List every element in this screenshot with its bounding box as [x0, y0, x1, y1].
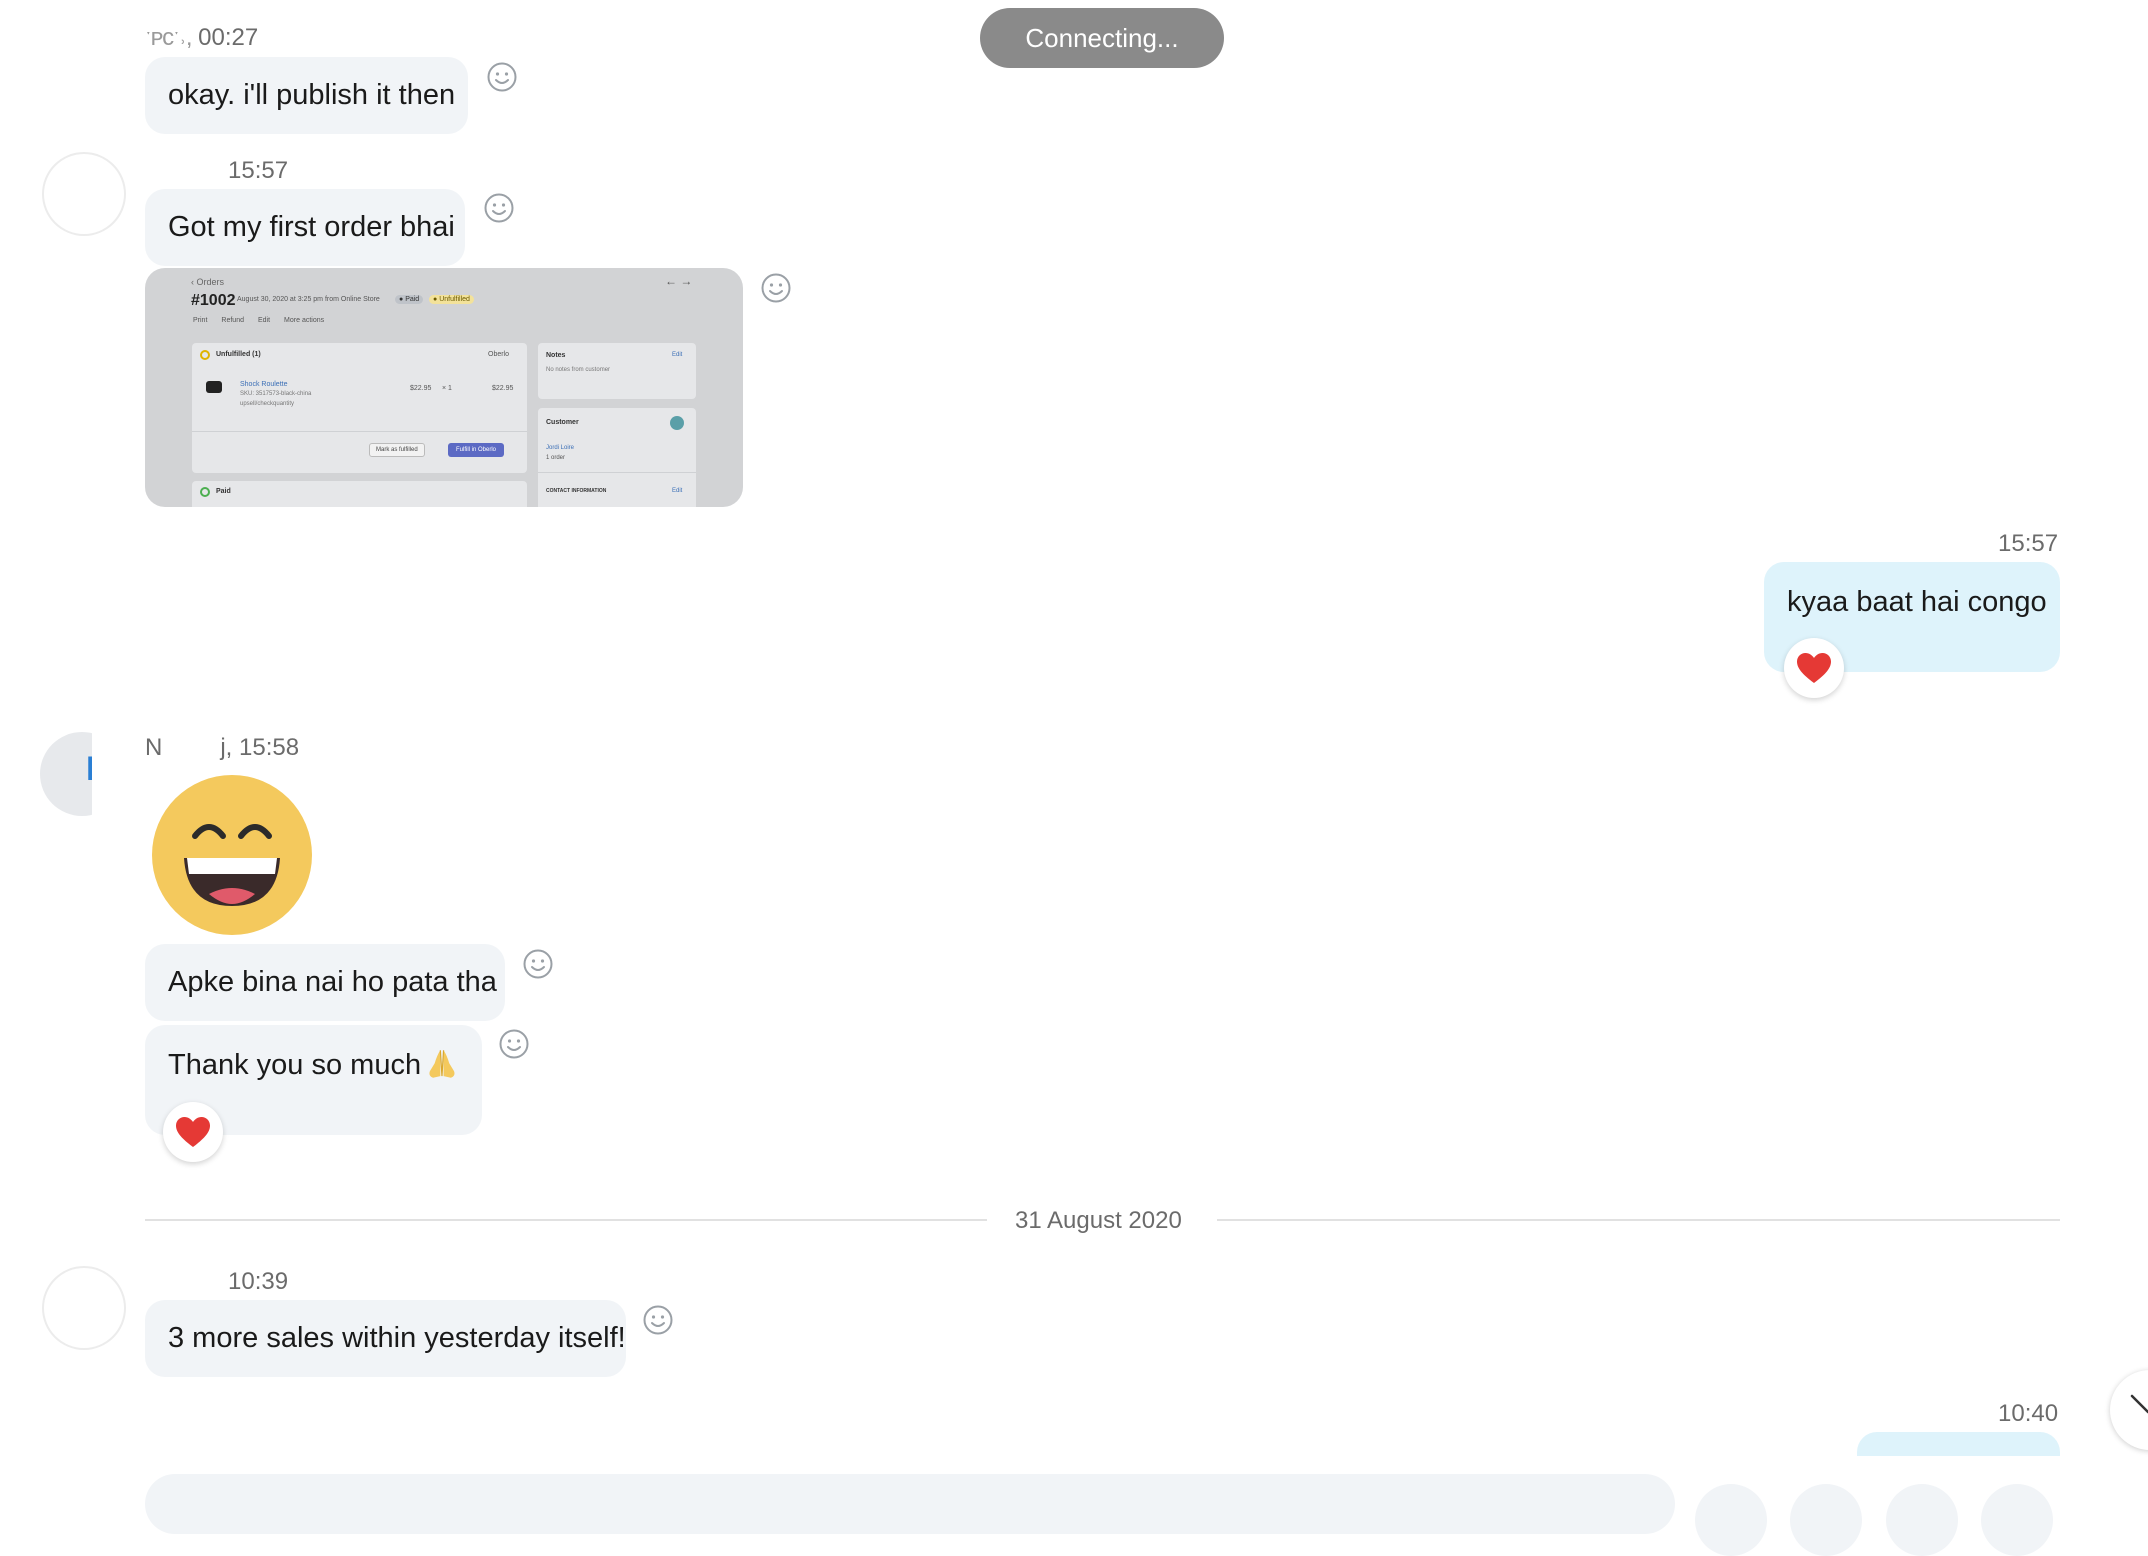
fulfillment-source: Oberlo	[488, 351, 510, 358]
add-reaction-icon[interactable]	[641, 1303, 675, 1337]
item-sku: SKU: 3517573-black-china	[240, 391, 312, 397]
heart-icon	[176, 1117, 210, 1147]
notes-title: Notes	[546, 352, 566, 359]
add-reaction-icon[interactable]	[521, 947, 555, 981]
item-note: upsell/checkquantity	[240, 401, 295, 407]
mark-fulfilled-button: Mark as fulfilled	[369, 443, 425, 457]
paid-icon	[200, 487, 210, 497]
edit-action: Edit	[257, 317, 271, 324]
back-link: ‹ Orders	[191, 277, 225, 287]
message-bubble[interactable]: Got my first order bhai	[145, 189, 465, 266]
badge-paid: ● Paid	[395, 295, 424, 304]
message-meta: ˑᴘᴄˑ˒, 00:27	[145, 24, 258, 52]
add-reaction-icon[interactable]	[485, 60, 519, 94]
contact-title: CONTACT INFORMATION	[546, 488, 607, 494]
add-reaction-icon[interactable]	[759, 271, 793, 305]
sender-initial: N	[145, 734, 163, 761]
folded-hands-emoji-icon	[429, 1050, 455, 1078]
composer-action-button[interactable]	[1886, 1484, 1958, 1556]
message-meta: Nj, 15:58	[145, 734, 299, 762]
connection-status: Connecting...	[980, 8, 1224, 68]
message-text: Apke bina nai ho pata tha	[168, 966, 497, 998]
customer-avatar	[670, 416, 684, 430]
laughing-face-emoji-icon	[152, 775, 312, 935]
date-separator-line	[1217, 1219, 2060, 1221]
print-action: Print	[193, 317, 208, 324]
refund-action: Refund	[221, 317, 244, 324]
divider	[538, 472, 696, 473]
message-text: 3 more sales within yesterday itself!	[168, 1322, 626, 1354]
scroll-to-bottom-button[interactable]	[2110, 1370, 2148, 1450]
add-reaction-icon[interactable]	[482, 191, 516, 225]
message-bubble-outgoing[interactable]	[1857, 1432, 2060, 1456]
item-price: $22.95	[410, 385, 432, 392]
order-number: #1002	[191, 292, 236, 309]
timestamp: j, 15:58	[220, 734, 300, 761]
timestamp: 15:57	[1998, 530, 2059, 557]
message-text: Got my first order bhai	[168, 211, 455, 243]
composer-action-button[interactable]	[1790, 1484, 1862, 1556]
item-total: $22.95	[492, 385, 514, 392]
image-attachment[interactable]: ‹ Orders ← → #1002 August 30, 2020 at 3:…	[145, 268, 743, 507]
item-qty: × 1	[442, 385, 452, 392]
date-separator: 31 August 2020	[1015, 1207, 1182, 1234]
item-name: Shock Roulette	[240, 381, 288, 388]
reaction-badge[interactable]	[163, 1102, 223, 1162]
unfulfilled-title: Unfulfilled (1)	[216, 351, 261, 358]
timestamp: 10:39	[228, 1268, 289, 1295]
timestamp: 00:27	[198, 24, 259, 51]
message-input[interactable]	[145, 1474, 1675, 1534]
nav-arrows-icon: ← →	[665, 274, 693, 288]
message-bubble[interactable]: 3 more sales within yesterday itself!	[145, 1300, 626, 1377]
order-meta: August 30, 2020 at 3:25 pm from Online S…	[237, 296, 380, 303]
paid-title: Paid	[216, 488, 231, 495]
message-bubble[interactable]: Apke bina nai ho pata tha	[145, 944, 505, 1021]
paid-card: Paid	[192, 481, 527, 507]
customer-card: Customer Jordi Loire 1 order CONTACT INF…	[538, 408, 696, 507]
chevron-down-icon	[2130, 1394, 2148, 1414]
composer-action-button[interactable]	[1695, 1484, 1767, 1556]
timestamp: 10:40	[1998, 1400, 2059, 1427]
date-separator-line	[145, 1219, 987, 1221]
heart-icon	[1797, 653, 1831, 683]
customer-orders: 1 order	[546, 455, 566, 461]
message-text: kyaa baat hai congo	[1787, 586, 2047, 618]
customer-name: Jordi Loire	[546, 445, 575, 451]
message-text: Thank you so much	[168, 1049, 422, 1081]
order-actions: Print Refund Edit More actions	[193, 317, 324, 324]
avatar[interactable]	[44, 154, 124, 234]
composer-action-button[interactable]	[1981, 1484, 2053, 1556]
timestamp: 15:57	[228, 157, 289, 184]
notes-text: No notes from customer	[546, 367, 611, 373]
add-reaction-icon[interactable]	[497, 1027, 531, 1061]
divider	[192, 431, 527, 432]
reaction-badge[interactable]	[1784, 638, 1844, 698]
message-bubble[interactable]: okay. i'll publish it then	[145, 57, 468, 134]
notes-edit: Edit	[672, 352, 683, 358]
notes-card: Notes Edit No notes from customer	[538, 343, 696, 399]
more-actions: More actions	[284, 317, 325, 324]
contact-edit: Edit	[672, 488, 683, 494]
fulfill-oberlo-button: Fulfill in Oberlo	[448, 443, 505, 457]
unfulfilled-card: Unfulfilled (1) Oberlo Shock Roulette SK…	[192, 343, 527, 473]
sender-name-fragment: ˑᴘᴄˑ˒,	[145, 24, 192, 51]
message-text: okay. i'll publish it then	[168, 79, 456, 111]
avatar[interactable]	[44, 1268, 124, 1348]
product-thumbnail	[206, 381, 222, 393]
unfulfilled-icon	[200, 350, 210, 360]
badge-unfulfilled: ● Unfulfilled	[429, 295, 474, 304]
customer-title: Customer	[546, 419, 579, 426]
